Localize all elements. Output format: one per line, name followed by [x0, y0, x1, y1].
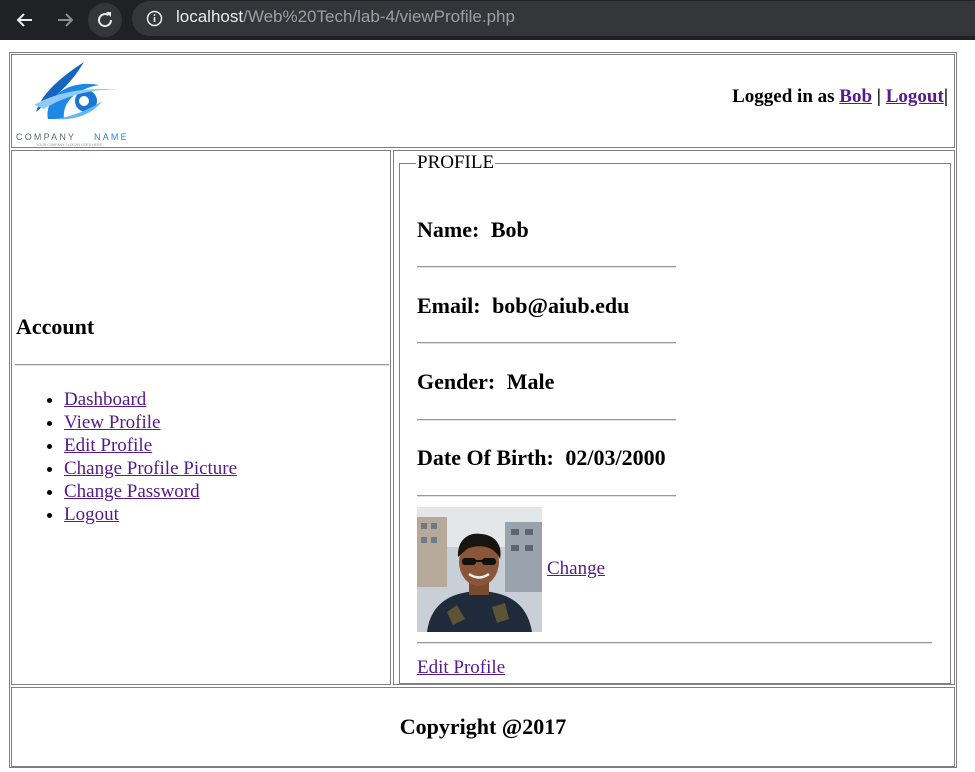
menu-item-edit-profile: Edit Profile — [64, 434, 237, 457]
name-divider — [417, 266, 676, 268]
change-picture-inline-link[interactable]: Change — [547, 558, 605, 580]
logged-in-label: Logged in as — [732, 86, 835, 107]
name-value: Bob — [490, 217, 529, 242]
dob-label: Date Of Birth: — [417, 445, 554, 470]
gender-row: Gender: Male — [417, 369, 554, 395]
logo-company-text: COMPANY — [16, 132, 76, 142]
gender-value: Male — [506, 369, 555, 394]
footer-cell: Copyright @2017 — [11, 687, 955, 767]
name-row: Name: Bob — [417, 217, 529, 243]
login-status: Logged in as Bob | Logout| — [732, 86, 948, 108]
header-logout-link[interactable]: Logout — [886, 86, 944, 107]
reload-icon — [98, 12, 113, 28]
browser-toolbar: localhost/Web%20Tech/lab-4/viewProfile.p… — [0, 0, 975, 40]
view-profile-link[interactable]: View Profile — [64, 412, 160, 433]
logo-tagline: YOUR COMPANY SLOGAN GOES HERE — [36, 143, 102, 147]
main-cell: PROFILE Name: Bob Email: bob@aiub.edu Ge… — [393, 150, 955, 685]
email-divider — [417, 342, 676, 344]
dob-value: 02/03/2000 — [565, 445, 666, 470]
profile-picture — [417, 507, 542, 632]
name-label: Name: — [417, 217, 480, 242]
dashboard-link[interactable]: Dashboard — [64, 389, 146, 410]
email-value: bob@aiub.edu — [492, 293, 630, 318]
copyright-text: Copyright @2017 — [399, 714, 567, 739]
menu-item-change-picture: Change Profile Picture — [64, 457, 237, 480]
account-heading: Account — [16, 314, 95, 339]
sidebar-logout-link[interactable]: Logout — [64, 504, 119, 525]
forward-button[interactable] — [48, 3, 82, 37]
page-layout-table: COMPANY NAME YOUR COMPANY SLOGAN GOES HE… — [9, 52, 957, 768]
gender-label: Gender: — [417, 369, 496, 394]
dob-divider — [417, 495, 676, 497]
edit-profile-menu-link[interactable]: Edit Profile — [64, 435, 152, 456]
menu-item-view-profile: View Profile — [64, 411, 237, 434]
separator: | — [876, 86, 881, 107]
profile-legend: PROFILE — [417, 152, 495, 173]
menu-item-dashboard: Dashboard — [64, 388, 237, 411]
gender-divider — [417, 419, 676, 421]
menu-item-change-password: Change Password — [64, 480, 237, 503]
username-link[interactable]: Bob — [839, 86, 872, 107]
url-host: localhost — [176, 7, 244, 26]
menu-item-logout: Logout — [64, 503, 237, 526]
logo-name-text: NAME — [94, 132, 129, 142]
url-text[interactable]: localhost/Web%20Tech/lab-4/viewProfile.p… — [176, 7, 515, 27]
arrow-left-icon — [16, 13, 32, 27]
profile-fieldset: PROFILE Name: Bob Email: bob@aiub.edu Ge… — [399, 152, 951, 684]
photo-divider — [417, 642, 932, 644]
email-label: Email: — [417, 293, 481, 318]
sidebar-cell: Account Dashboard View Profile Edit Prof… — [11, 150, 391, 685]
reload-button[interactable] — [88, 3, 122, 37]
back-button[interactable] — [8, 3, 42, 37]
account-menu: Dashboard View Profile Edit Profile Chan… — [12, 388, 237, 526]
arrow-right-icon — [58, 13, 74, 27]
sidebar-divider — [15, 364, 389, 366]
company-logo: COMPANY NAME YOUR COMPANY SLOGAN GOES HE… — [16, 62, 129, 147]
info-icon[interactable] — [146, 10, 163, 27]
address-bar[interactable]: localhost/Web%20Tech/lab-4/viewProfile.p… — [132, 1, 975, 36]
change-picture-link[interactable]: Change Profile Picture — [64, 458, 237, 479]
url-path: /Web%20Tech/lab-4/viewProfile.php — [243, 7, 515, 26]
trailing-separator: | — [943, 86, 948, 107]
dob-row: Date Of Birth: 02/03/2000 — [417, 445, 666, 471]
header-cell: COMPANY NAME YOUR COMPANY SLOGAN GOES HE… — [11, 54, 955, 148]
edit-profile-link[interactable]: Edit Profile — [417, 657, 505, 679]
email-row: Email: bob@aiub.edu — [417, 293, 629, 319]
change-password-link[interactable]: Change Password — [64, 481, 200, 502]
